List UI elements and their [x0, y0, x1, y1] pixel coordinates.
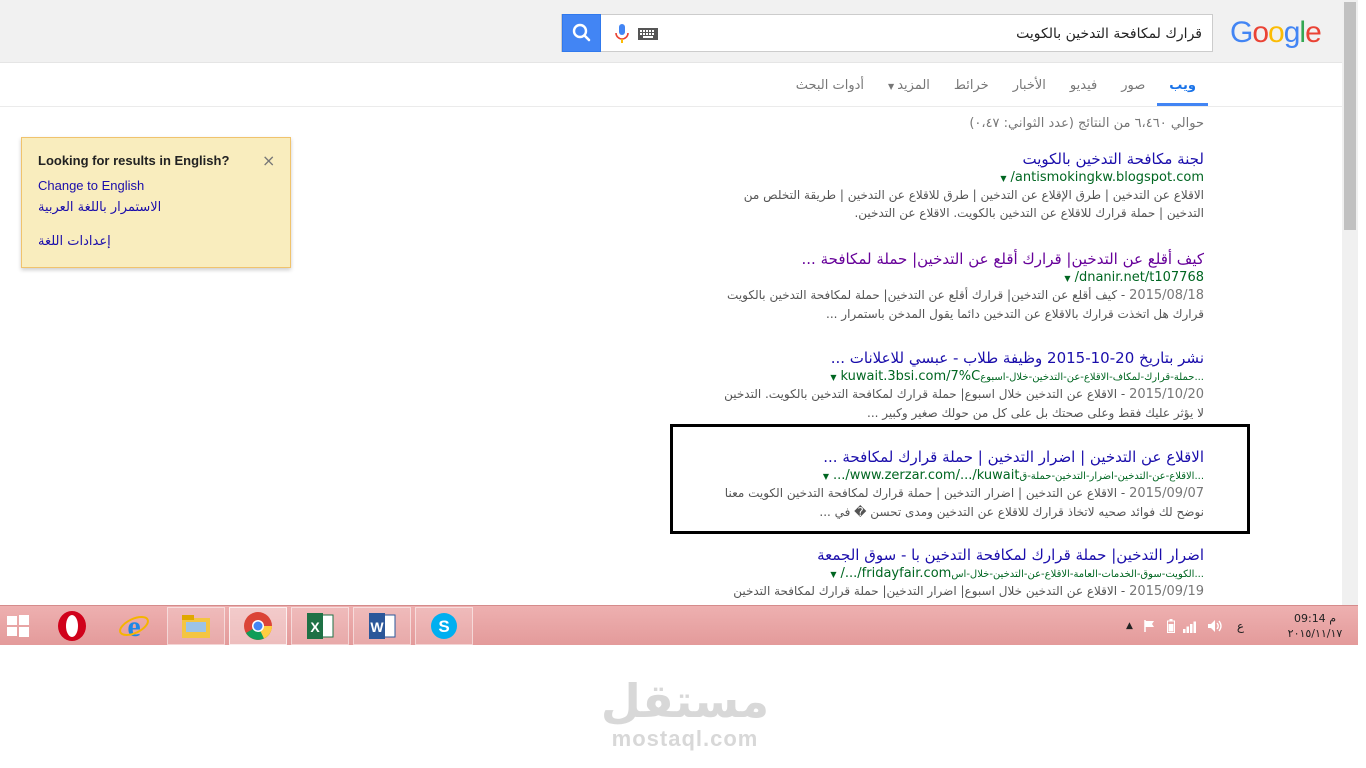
opera-icon	[58, 611, 86, 641]
url-caret-icon[interactable]: ▼	[830, 570, 836, 579]
taskbar-chrome[interactable]	[229, 607, 287, 645]
url-caret-icon[interactable]: ▼	[1064, 274, 1070, 283]
search-box	[561, 14, 1213, 52]
input-language-indicator[interactable]: ع	[1237, 619, 1244, 633]
taskbar-skype[interactable]: S	[415, 607, 473, 645]
result-title[interactable]: كيف أقلع عن التدخين| قرارك أقلع عن التدخ…	[664, 250, 1204, 268]
tab-web[interactable]: ويب	[1157, 70, 1208, 106]
search-icon	[572, 23, 591, 42]
battery-icon[interactable]	[1166, 619, 1175, 633]
svg-text:X: X	[310, 619, 320, 635]
microphone-icon[interactable]	[614, 24, 630, 44]
taskbar-word[interactable]: W	[353, 607, 411, 645]
change-to-english-link[interactable]: Change to English	[38, 178, 144, 193]
search-header: Google	[0, 0, 1342, 63]
dropdown-arrow-icon: ▼	[888, 82, 895, 91]
search-input[interactable]	[680, 21, 1204, 47]
language-panel-heading: Looking for results in English?	[38, 153, 230, 168]
result-url: ...حملة-قرارك-لمكاف-الاقلاع-عن-التدخين-خ…	[830, 369, 1204, 384]
flag-icon[interactable]	[1143, 619, 1157, 633]
url-caret-icon[interactable]: ▼	[1000, 174, 1006, 183]
skype-icon: S	[431, 613, 457, 639]
result-snippet: الاقلاع عن التدخين | طرق الإقلاع عن التد…	[743, 188, 1204, 220]
tab-news[interactable]: الأخبار	[1001, 70, 1058, 106]
svg-text:S: S	[438, 617, 449, 636]
language-suggestion-panel: Looking for results in English? × Change…	[21, 137, 291, 268]
result-stats: حوالي ٦،٤٦٠ من النتائج (عدد الثواني: ٠،٤…	[969, 116, 1204, 131]
url-caret-icon[interactable]: ▼	[830, 373, 836, 382]
result-date: 2015/08/18	[1129, 288, 1204, 303]
windows-start-button[interactable]	[0, 607, 36, 645]
tab-more[interactable]: المزيد▼	[876, 70, 942, 106]
chrome-icon	[244, 612, 272, 640]
close-icon[interactable]: ×	[262, 151, 275, 170]
taskbar-excel[interactable]: X	[291, 607, 349, 645]
windows-taskbar: e X W S ▲ ع 09:14 م ٢٠١٥/١١/١٧	[0, 605, 1358, 645]
result-snippet: 2015/10/20 - الاقلاع عن التدخين خلال اسب…	[724, 387, 1204, 420]
result-url: dnanir.net/t107768/▼	[1064, 270, 1204, 285]
system-tray: ▲ ع	[1126, 606, 1244, 645]
mostaql-watermark: مستقل mostaql.com	[600, 674, 770, 751]
show-hidden-icons-icon[interactable]: ▲	[1126, 621, 1133, 631]
search-result: لجنة مكافحة التدخين بالكويت antismokingk…	[664, 150, 1204, 222]
svg-text:W: W	[370, 619, 384, 635]
taskbar-internet-explorer[interactable]: e	[105, 607, 163, 645]
tab-more-label: المزيد	[897, 78, 930, 93]
google-logo[interactable]: Google	[1230, 16, 1322, 50]
tab-maps[interactable]: خرائط	[942, 70, 1001, 106]
folder-icon	[182, 615, 210, 638]
result-snippet: 2015/08/18 - كيف أقلع عن التدخين| قرارك …	[727, 288, 1204, 321]
result-date: 2015/09/19	[1129, 584, 1204, 599]
tabs-divider	[0, 106, 1342, 107]
search-tabs: ويب صور فيديو الأخبار خرائط المزيد▼ أدوا…	[784, 70, 1208, 106]
word-icon: W	[369, 613, 396, 639]
search-button[interactable]	[562, 14, 601, 52]
tab-videos[interactable]: فيديو	[1058, 70, 1109, 106]
result-url: antismokingkw.blogspot.com/▼	[1000, 170, 1204, 185]
result-url: ...الكويت-سوق-الخدمات-العامة-الاقلاع-عن-…	[830, 566, 1204, 581]
tab-images[interactable]: صور	[1109, 70, 1157, 106]
network-signal-icon[interactable]	[1182, 619, 1199, 633]
keyboard-icon[interactable]	[638, 28, 658, 40]
highlight-frame	[670, 424, 1250, 534]
result-date: 2015/10/20	[1129, 387, 1204, 402]
continue-arabic-link[interactable]: الاستمرار باللغة العربية	[38, 200, 161, 215]
language-settings-link[interactable]: إعدادات اللغة	[38, 234, 111, 249]
svg-text:e: e	[127, 610, 140, 642]
result-title[interactable]: نشر بتاريخ 20-10-2015 وظيفة طلاب - عبسي …	[664, 349, 1204, 367]
taskbar-opera[interactable]	[43, 607, 101, 645]
volume-icon[interactable]	[1207, 619, 1223, 633]
excel-icon: X	[307, 613, 334, 639]
internet-explorer-icon: e	[119, 610, 149, 642]
search-result: كيف أقلع عن التدخين| قرارك أقلع عن التدخ…	[664, 250, 1204, 323]
result-snippet: 2015/09/19 - الاقلاع عن التدخين خلال اسب…	[733, 584, 1204, 599]
windows-logo-icon	[7, 615, 29, 637]
search-result: نشر بتاريخ 20-10-2015 وظيفة طلاب - عبسي …	[664, 349, 1204, 422]
vertical-scrollbar[interactable]	[1342, 0, 1358, 605]
search-result: اضرار التدخين| حملة قرارك لمكافحة التدخي…	[664, 546, 1204, 601]
result-title[interactable]: اضرار التدخين| حملة قرارك لمكافحة التدخي…	[664, 546, 1204, 564]
result-title[interactable]: لجنة مكافحة التدخين بالكويت	[664, 150, 1204, 168]
taskbar-file-explorer[interactable]	[167, 607, 225, 645]
taskbar-clock[interactable]: 09:14 م ٢٠١٥/١١/١٧	[1285, 611, 1345, 641]
tab-search-tools[interactable]: أدوات البحث	[784, 70, 876, 106]
scrollbar-thumb[interactable]	[1344, 2, 1356, 230]
browser-screen: Google ويب صور فيديو الأخبار خرائط المزي…	[0, 0, 1366, 645]
